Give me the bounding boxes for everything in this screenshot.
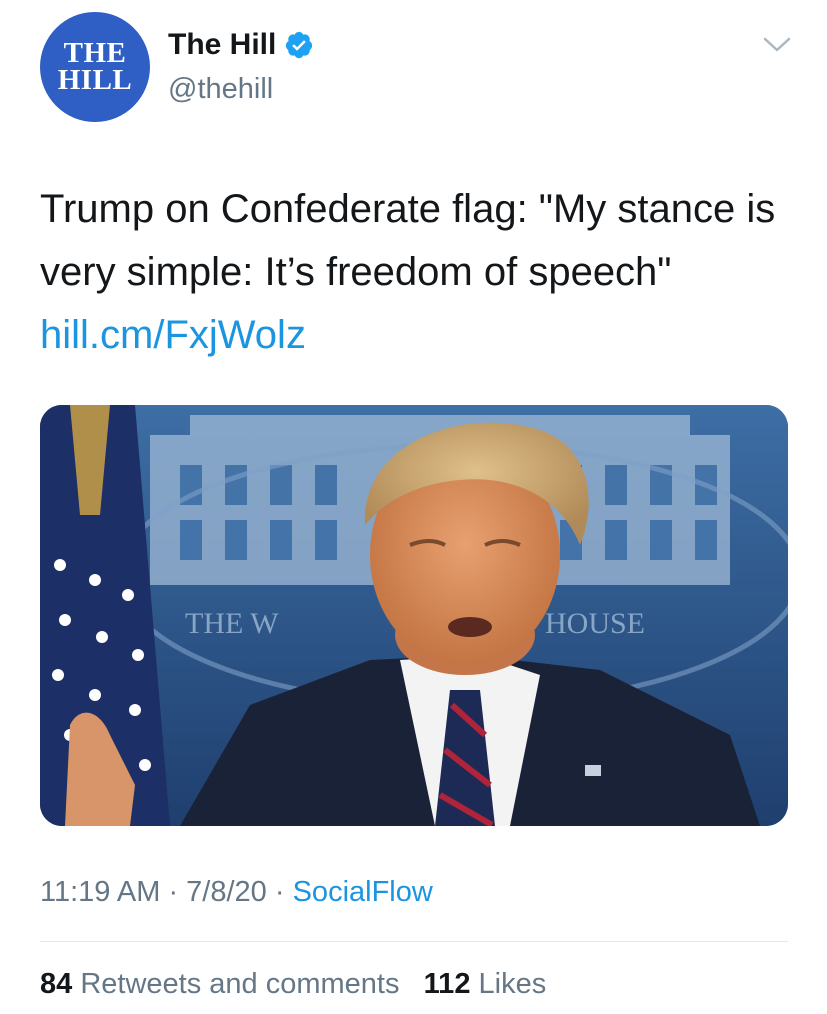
likes-label: Likes <box>478 968 547 1000</box>
divider <box>40 941 788 942</box>
avatar[interactable]: THE HILL <box>40 12 150 122</box>
tweet-body: Trump on Confederate flag: "My stance is… <box>40 187 776 294</box>
meta-separator: · <box>266 876 293 908</box>
tweet-stats: 84 Retweets and comments 112 Likes <box>40 968 546 1001</box>
verified-badge-icon <box>286 31 313 59</box>
retweets-stat[interactable]: 84 Retweets and comments <box>40 968 399 1000</box>
avatar-text-line1: THE <box>63 37 127 69</box>
tweet-link[interactable]: hill.cm/FxjWolz <box>40 313 306 357</box>
tweet-media-image[interactable]: THE W HOUSE <box>40 405 788 826</box>
retweets-count: 84 <box>40 968 73 1000</box>
tweet-text: Trump on Confederate flag: "My stance is… <box>40 178 800 367</box>
meta-separator: · <box>160 876 187 908</box>
retweets-label: Retweets and comments <box>80 968 400 1000</box>
author-handle[interactable]: @thehill <box>168 73 273 106</box>
likes-stat[interactable]: 112 Likes <box>424 968 547 1000</box>
sign-text-right: HOUSE <box>545 607 645 640</box>
tweet-time[interactable]: 11:19 AM <box>40 876 160 908</box>
tweet-source[interactable]: SocialFlow <box>293 876 433 908</box>
likes-count: 112 <box>423 968 471 1000</box>
chevron-down-icon[interactable] <box>762 34 792 56</box>
press-briefing-photo: THE W HOUSE <box>40 405 788 826</box>
author-display-name[interactable]: The Hill <box>168 28 314 62</box>
display-name-text: The Hill <box>168 28 277 61</box>
sign-text-left: THE W <box>185 607 279 640</box>
avatar-text-line2: HILL <box>57 64 133 96</box>
tweet-date[interactable]: 7/8/20 <box>186 876 267 908</box>
tweet-card: THE HILL The Hill @thehill Trump on Conf… <box>0 0 827 1014</box>
tweet-meta: 11:19 AM · 7/8/20 · SocialFlow <box>40 876 433 909</box>
